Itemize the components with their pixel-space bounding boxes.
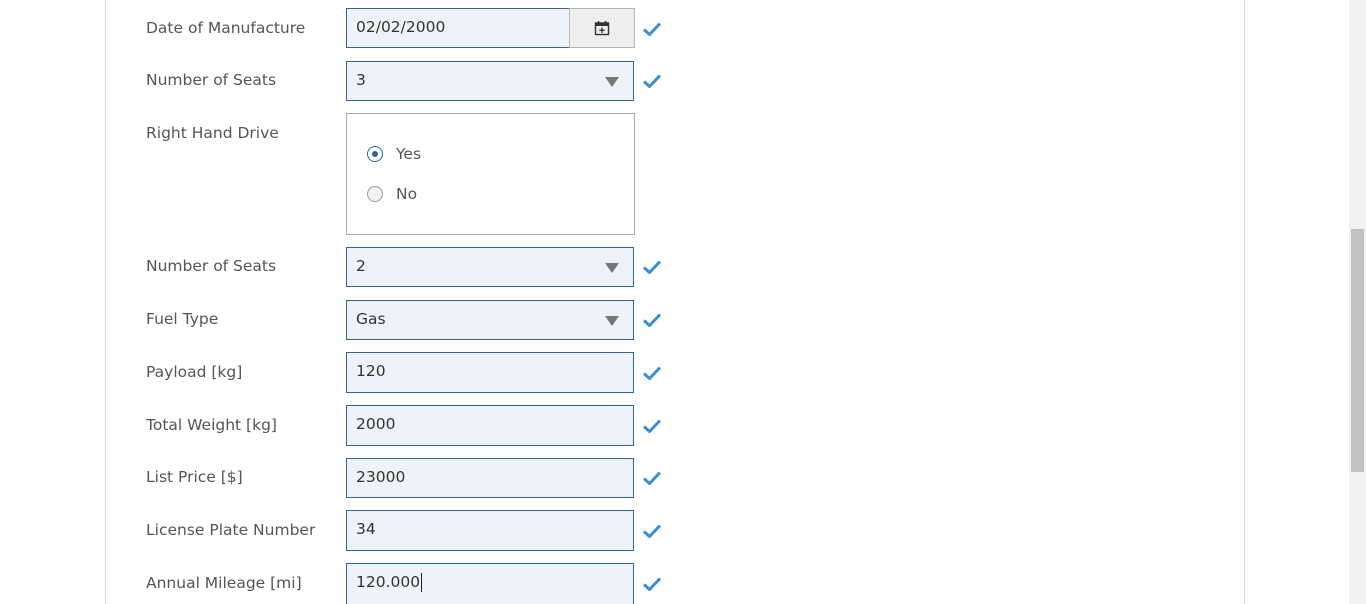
radio-yes-label: Yes bbox=[396, 145, 422, 163]
checkmark-icon bbox=[643, 419, 661, 433]
date-of-manufacture-label: Date of Manufacture bbox=[146, 19, 306, 37]
content-left-border bbox=[105, 0, 106, 604]
number-of-seats-value: 3 bbox=[356, 71, 366, 89]
text-cursor bbox=[421, 573, 423, 592]
annual-mileage-value: 120.000 bbox=[356, 573, 421, 591]
list-price-input[interactable]: 23000 bbox=[346, 458, 634, 498]
payload-label: Payload [kg] bbox=[146, 363, 243, 381]
payload-input[interactable]: 120 bbox=[346, 352, 634, 393]
license-plate-label: License Plate Number bbox=[146, 521, 316, 539]
annual-mileage-label: Annual Mileage [mi] bbox=[146, 574, 302, 592]
total-weight-label: Total Weight [kg] bbox=[146, 416, 277, 434]
radio-option-yes[interactable]: Yes bbox=[367, 145, 421, 163]
checkmark-icon bbox=[643, 577, 661, 591]
scrollbar-thumb[interactable] bbox=[1351, 229, 1364, 472]
checkmark-icon bbox=[643, 22, 661, 36]
checkmark-icon bbox=[643, 313, 661, 327]
fuel-type-select[interactable]: Gas bbox=[346, 300, 634, 340]
annual-mileage-input[interactable]: 120.000 bbox=[346, 563, 634, 604]
fuel-type-label: Fuel Type bbox=[146, 310, 219, 328]
checkmark-icon bbox=[643, 366, 661, 380]
date-of-manufacture-input[interactable]: 02/02/2000 bbox=[346, 8, 570, 48]
dropdown-arrow-icon bbox=[605, 77, 619, 87]
checkmark-icon bbox=[643, 260, 661, 274]
number-of-seats-label: Number of Seats bbox=[146, 71, 277, 89]
radio-option-no[interactable]: No bbox=[367, 185, 417, 203]
right-hand-drive-radio-group: Yes No bbox=[346, 113, 635, 235]
dropdown-arrow-icon bbox=[605, 316, 619, 326]
number-of-seats-2-value: 2 bbox=[356, 257, 366, 275]
radio-no[interactable] bbox=[367, 186, 383, 202]
checkmark-icon bbox=[643, 471, 661, 485]
date-picker-button[interactable] bbox=[569, 8, 635, 48]
checkmark-icon bbox=[643, 74, 661, 88]
list-price-label: List Price [$] bbox=[146, 468, 243, 486]
vertical-scrollbar[interactable] bbox=[1349, 0, 1366, 604]
number-of-seats-2-label: Number of Seats bbox=[146, 257, 277, 275]
total-weight-input[interactable]: 2000 bbox=[346, 405, 634, 446]
checkmark-icon bbox=[643, 524, 661, 538]
number-of-seats-2-select[interactable]: 2 bbox=[346, 247, 634, 287]
number-of-seats-select[interactable]: 3 bbox=[346, 61, 634, 101]
radio-yes-selected[interactable] bbox=[367, 146, 383, 162]
fuel-type-value: Gas bbox=[356, 310, 386, 328]
content-right-border bbox=[1244, 0, 1245, 604]
license-plate-input[interactable]: 34 bbox=[346, 510, 634, 551]
calendar-icon bbox=[594, 21, 610, 36]
radio-no-label: No bbox=[396, 185, 418, 203]
dropdown-arrow-icon bbox=[605, 263, 619, 273]
right-hand-drive-label: Right Hand Drive bbox=[146, 124, 279, 142]
